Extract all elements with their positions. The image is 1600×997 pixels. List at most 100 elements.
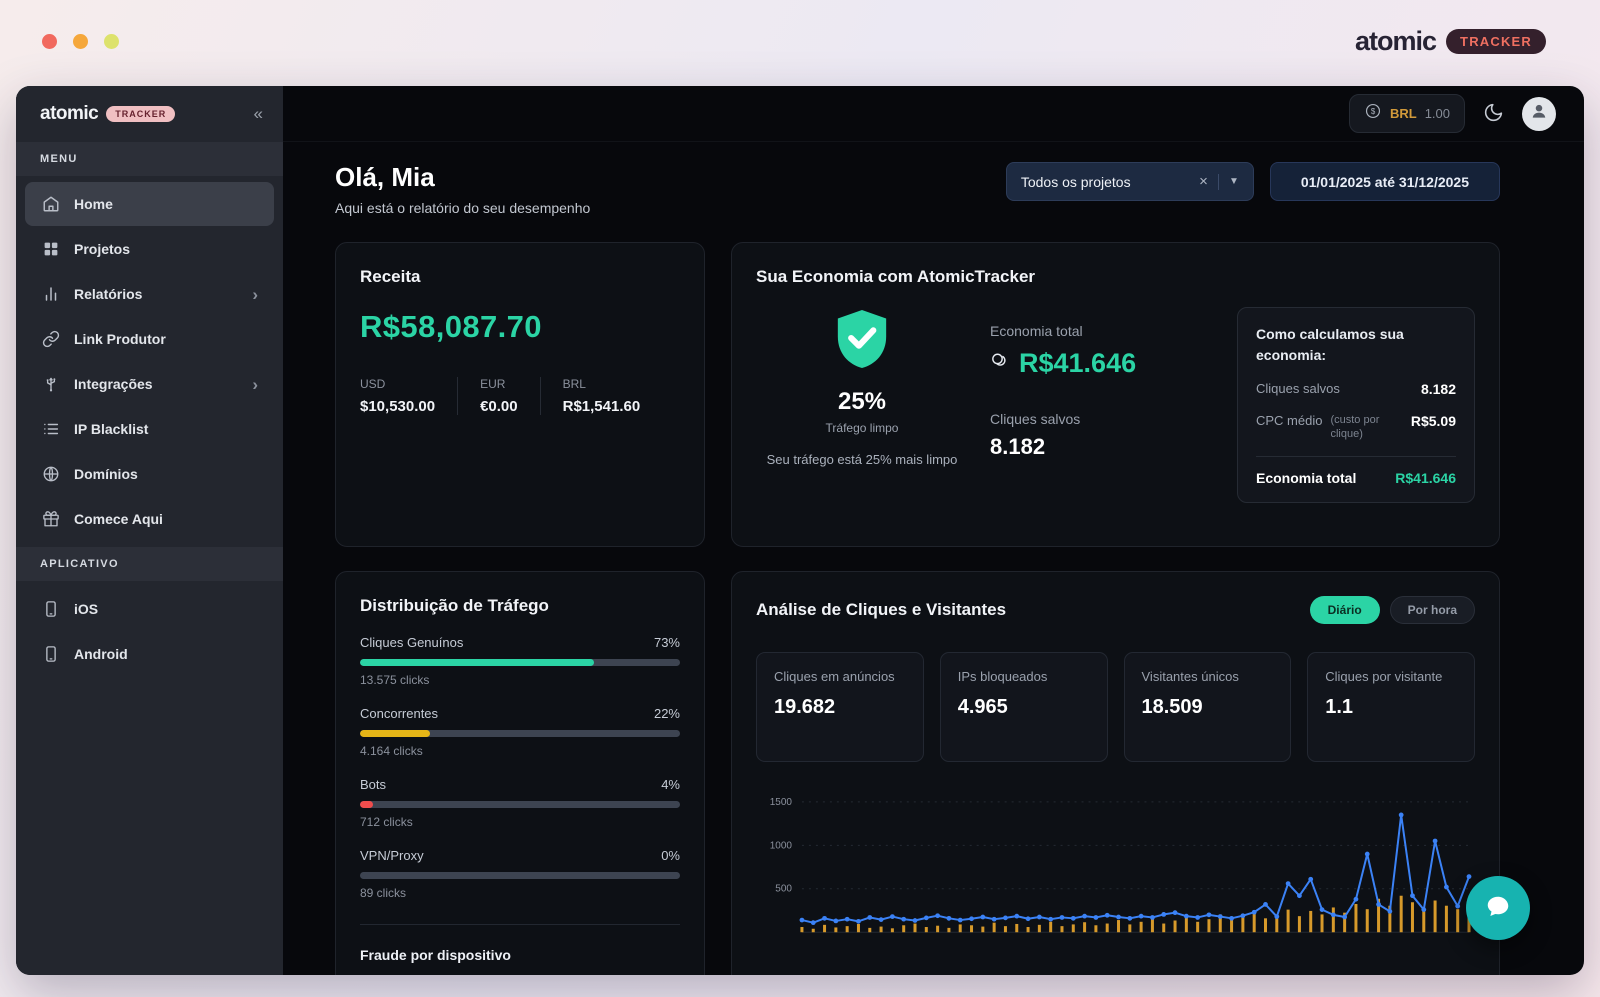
chat-bubble-icon [1483,892,1513,925]
revenue-eur: EUR €0.00 [457,377,540,415]
traffic-row-percent: 0% [661,848,680,863]
device-section-divider [360,924,680,925]
sidebar-item-integracoes[interactable]: Integrações › [25,362,274,406]
clean-traffic-percent: 25% [756,388,968,416]
sidebar-section-aplicativo: APLICATIVO [16,547,283,581]
svg-text:500: 500 [775,884,792,895]
explainer-divider [1256,456,1456,457]
sidebar-logo: atomic TRACKER [40,103,175,125]
sidebar-item-label: Link Produtor [74,331,166,347]
greeting-block: Olá, Mia Aqui está o relatório do seu de… [335,162,590,216]
traffic-row-label: Bots [360,777,386,792]
traffic-row-label: Concorrentes [360,706,438,721]
svg-text:1000: 1000 [770,840,793,851]
smartphone-icon [41,644,61,664]
progress-track [360,872,680,879]
explainer-title: Como calculamos sua economia: [1256,324,1456,366]
clean-traffic-caption: Seu tráfego está 25% mais limpo [756,450,968,470]
sidebar-item-ip-blacklist[interactable]: IP Blacklist [25,407,274,451]
sidebar-item-home[interactable]: Home [25,182,274,226]
analysis-chart: 15001000500 [756,792,1475,950]
explainer-row-label: CPC médio [1256,413,1322,430]
sidebar-item-label: Home [74,196,113,212]
theme-toggle-button[interactable] [1483,102,1504,126]
savings-explainer-box: Como calculamos sua economia: Cliques sa… [1237,307,1475,503]
sidebar-item-ios[interactable]: iOS [25,587,274,631]
traffic-row-clicks: 712 clicks [360,815,680,829]
close-window-button[interactable] [42,34,57,49]
gift-icon [41,509,61,529]
collapse-sidebar-icon[interactable]: « [254,104,263,124]
sidebar-section-menu: MENU [16,142,283,176]
traffic-row-clicks: 89 clicks [360,886,680,900]
project-filter-select[interactable]: Todos os projetos × ▼ [1006,162,1254,201]
revenue-usd: USD $10,530.00 [360,377,457,415]
sidebar-item-label: Relatórios [74,286,142,302]
minimize-window-button[interactable] [73,34,88,49]
progress-fill [360,801,373,808]
explainer-row-value: R$5.09 [1411,413,1456,429]
caret-down-icon: ▼ [1229,176,1239,187]
date-range-value: 01/01/2025 até 31/12/2025 [1301,174,1469,190]
bar-chart-icon [41,284,61,304]
revenue-brl: BRL R$1,541.60 [540,377,663,415]
currency-code: BRL [1390,106,1417,121]
brand-logo: atomic TRACKER [1355,26,1546,57]
currency-selector[interactable]: $ BRL 1.00 [1349,94,1465,133]
zoom-window-button[interactable] [104,34,119,49]
traffic-row-bots: Bots 4% 712 clicks [360,777,680,829]
sidebar-item-projetos[interactable]: Projetos [25,227,274,271]
traffic-row-percent: 73% [654,635,680,650]
page-subtitle: Aqui está o relatório do seu desempenho [335,200,590,216]
chart-bars [800,896,1470,932]
saved-clicks-value: 8.182 [990,434,1215,460]
globe-icon [41,464,61,484]
savings-card-title: Sua Economia com AtomicTracker [756,267,1475,287]
coins-icon [990,351,1010,376]
filter-divider [1218,174,1219,190]
sidebar-item-link-produtor[interactable]: Link Produtor [25,317,274,361]
moon-icon [1483,102,1504,126]
progress-track [360,801,680,808]
list-icon [41,419,61,439]
traffic-distribution-card: Distribuição de Tráfego Cliques Genuínos… [335,571,705,975]
sidebar-header: atomic TRACKER « [16,86,283,142]
traffic-row-percent: 22% [654,706,680,721]
stat-unique-visitors: Visitantes únicos 18.509 [1124,652,1292,762]
traffic-row-vpn: VPN/Proxy 0% 89 clicks [360,848,680,900]
main-area: $ BRL 1.00 Olá, Mia Aqui está o rel [283,86,1584,975]
grid-icon [41,239,61,259]
explainer-total-value: R$41.646 [1395,470,1456,486]
sidebar-item-comece-aqui[interactable]: Comece Aqui [25,497,274,541]
sidebar-item-relatorios[interactable]: Relatórios › [25,272,274,316]
page-title: Olá, Mia [335,162,590,193]
app-window: atomic TRACKER « MENU Home Projetos [16,86,1584,975]
revenue-breakdown: USD $10,530.00 EUR €0.00 BRL R$1,541.60 [360,377,680,415]
analysis-card-title: Análise de Cliques e Visitantes [756,600,1006,620]
sidebar-item-android[interactable]: Android [25,632,274,676]
explainer-row-sublabel: (custo por clique) [1330,413,1402,442]
clean-traffic-label: Tráfego limpo [756,421,968,435]
sidebar: atomic TRACKER « MENU Home Projetos [16,86,283,975]
shield-check-icon [833,358,891,375]
sidebar-item-dominios[interactable]: Domínios [25,452,274,496]
chat-widget-button[interactable] [1466,876,1530,940]
clear-filter-icon[interactable]: × [1199,173,1208,190]
sidebar-item-label: Projetos [74,241,130,257]
revenue-total: R$58,087.70 [360,309,680,345]
stat-blocked-ips: IPs bloqueados 4.965 [940,652,1108,762]
user-icon [1529,101,1549,126]
link-icon [41,329,61,349]
toggle-daily[interactable]: Diário [1310,596,1380,624]
revenue-card: Receita R$58,087.70 USD $10,530.00 EUR €… [335,242,705,547]
sidebar-nav-app: iOS Android [16,581,283,682]
traffic-row-label: VPN/Proxy [360,848,424,863]
project-filter-value: Todos os projetos [1021,174,1131,190]
date-range-picker[interactable]: 01/01/2025 até 31/12/2025 [1270,162,1500,201]
user-avatar[interactable] [1522,97,1556,131]
chevron-right-icon: › [252,286,258,303]
brand-badge: TRACKER [1446,29,1546,54]
traffic-row-genuine: Cliques Genuínos 73% 13.575 clicks [360,635,680,687]
analysis-granularity-toggle: Diário Por hora [1310,596,1475,624]
toggle-hourly[interactable]: Por hora [1390,596,1475,624]
